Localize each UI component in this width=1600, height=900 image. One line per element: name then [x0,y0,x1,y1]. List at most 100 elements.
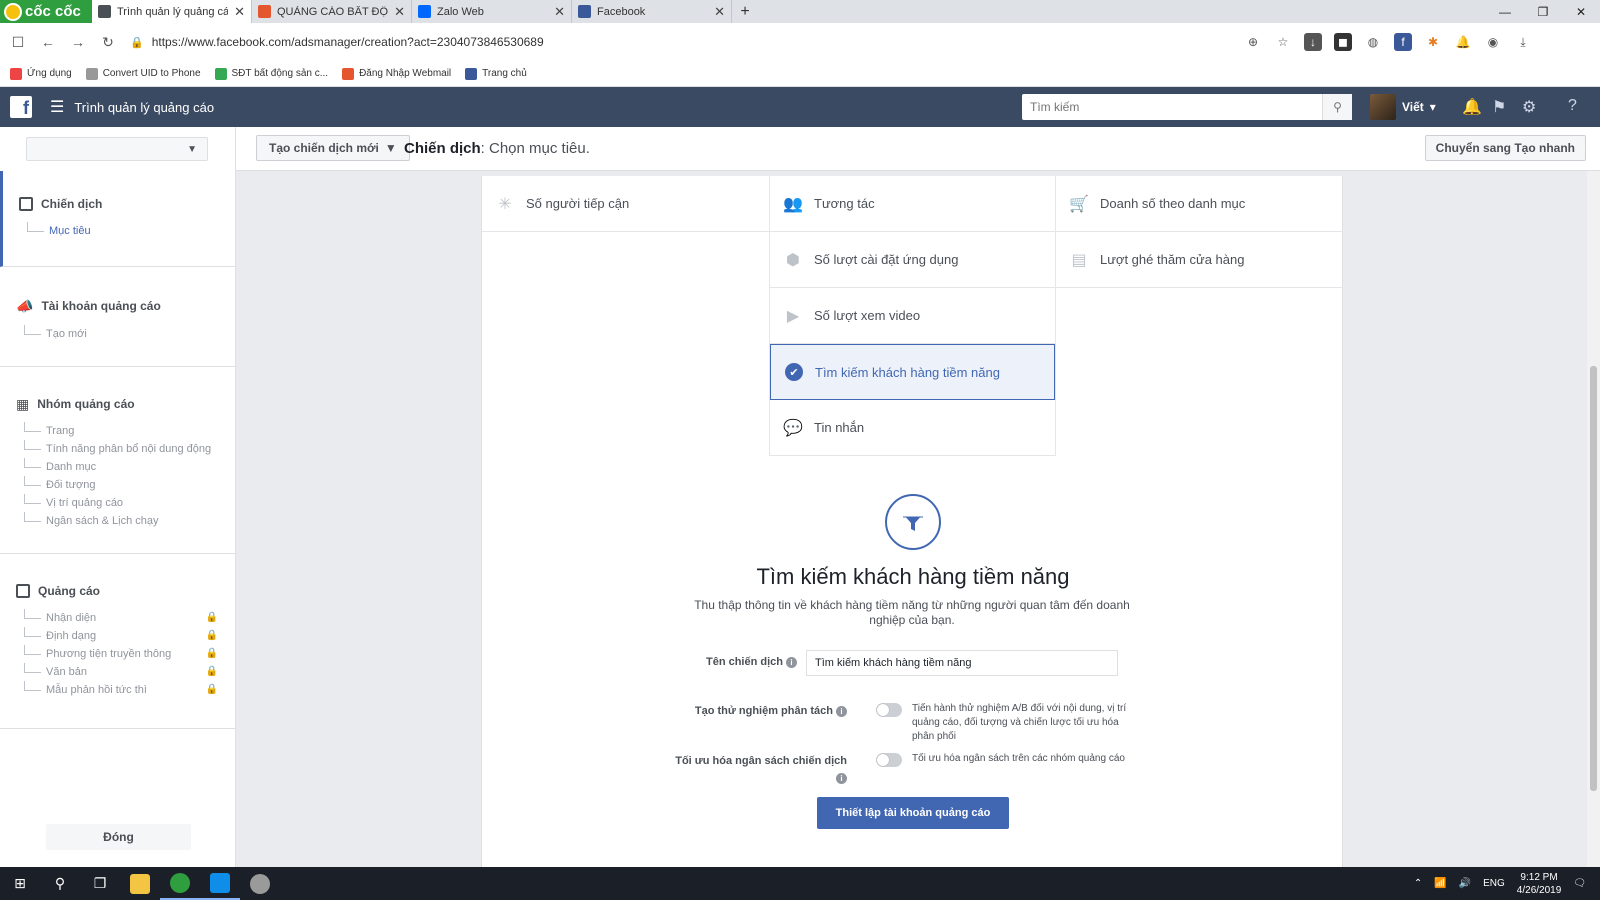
bell-icon[interactable]: 🔔 [1462,97,1482,117]
reload-icon[interactable]: ↻ [100,34,116,51]
coccoc-app-icon[interactable] [160,867,200,900]
bookmark-apps[interactable]: Ứng dụng [10,67,72,80]
search-input[interactable] [1022,94,1322,120]
bookmark-sdt[interactable]: SĐT bất động sản c... [214,67,328,80]
bookmark-convert-uid[interactable]: Convert UID to Phone [85,67,201,80]
download-ext-icon[interactable]: ↓ [1304,33,1322,51]
sidebar-section-title[interactable]: ▦ Nhóm quảng cáo [0,395,236,413]
sidebar-item-objective[interactable]: Mục tiêu [3,222,236,240]
search-icon[interactable]: ⚲ [40,867,80,900]
restore-icon[interactable]: ❐ [1524,0,1562,23]
network-icon[interactable]: 📶 [1434,878,1446,889]
new-tab-button[interactable]: + [732,0,758,23]
user-menu[interactable]: Viết ▾ [1370,94,1436,120]
search-icon[interactable]: ⚲ [1322,94,1352,120]
bookmark-webmail[interactable]: Đăng Nhập Webmail [342,67,451,80]
teamviewer-app-icon[interactable] [200,867,240,900]
downloads-icon[interactable]: ⤓ [1514,33,1532,51]
chevron-up-icon[interactable]: ⌃ [1414,878,1422,889]
video-icon: ▶ [786,307,800,325]
tab-zalo[interactable]: Zalo Web ✕ [412,0,572,23]
sidebar-item-media[interactable]: Phương tiện truyền thông 🔒 [0,645,236,663]
close-icon[interactable]: ✕ [234,4,245,20]
sidebar-item-budget-schedule[interactable]: Ngân sách & Lịch chạy [0,512,236,530]
clock[interactable]: 9:12 PM 4/26/2019 [1517,871,1562,897]
scrollbar-thumb[interactable] [1590,366,1597,791]
extension-icon[interactable]: ◼ [1334,33,1352,51]
close-icon[interactable]: ✕ [554,4,565,20]
info-icon[interactable]: i [836,705,847,717]
forward-icon[interactable]: → [70,34,86,50]
globe-icon[interactable]: ◍ [1364,33,1382,51]
close-sidebar-button[interactable]: Đóng [46,824,191,850]
facebook-ext-icon[interactable]: f [1394,33,1412,51]
file-explorer-icon[interactable] [120,867,160,900]
account-selector[interactable]: ▼ [26,137,208,161]
split-test-toggle[interactable] [876,703,902,717]
gear-icon[interactable]: ⚙ [1522,97,1536,117]
objective-label: Tìm kiếm khách hàng tiềm năng [815,364,1000,380]
paint-app-icon[interactable] [240,867,280,900]
info-icon[interactable]: i [786,656,797,668]
windows-start-icon[interactable]: ⊞ [0,867,40,900]
lock-icon: 🔒 [205,666,218,677]
url-field[interactable]: 🔒 https://www.facebook.com/adsmanager/cr… [130,29,1220,55]
objective-engagement[interactable]: 👥 Tương tác [770,176,1055,232]
sidebar-section-title[interactable]: Quảng cáo [0,582,236,600]
quick-create-button[interactable]: Chuyển sang Tạo nhanh [1424,135,1586,161]
back-icon[interactable]: ← [40,34,56,50]
create-campaign-dropdown[interactable]: Tạo chiến dịch mới ▼ [256,135,410,161]
page-scrollbar[interactable] [1587,171,1600,867]
objective-catalog-sales[interactable]: 🛒 Doanh số theo danh mục [1056,176,1343,232]
objective-lead-generation[interactable]: ✔ Tìm kiếm khách hàng tiềm năng [770,344,1055,400]
setup-ad-account-button[interactable]: Thiết lập tài khoản quảng cáo [817,797,1009,829]
close-icon[interactable]: ✕ [394,4,405,20]
close-window-icon[interactable]: ✕ [1562,0,1600,23]
menu-icon[interactable]: ☰ [50,97,64,117]
objective-app-installs[interactable]: ⬢ Số lượt cài đặt ứng dụng [770,232,1055,288]
sidebar-section-title[interactable]: 📣Tạo mớiTài khoản quảng cáo [0,297,236,315]
settings-ext-icon[interactable]: ✱ [1424,33,1442,51]
campaign-name-input[interactable] [806,650,1118,676]
zoom-icon[interactable]: ⊕ [1244,33,1262,51]
close-icon[interactable]: ✕ [714,4,725,20]
bookmark-home[interactable]: Trang chủ [465,67,527,80]
sidebar-item-audience[interactable]: Đối tượng [0,476,236,494]
sidebar-item-identity[interactable]: Nhận diện 🔒 [0,609,236,627]
sidebar-item-format[interactable]: Định dạng 🔒 [0,627,236,645]
objective-store-visits[interactable]: ▤ Lượt ghé thăm cửa hàng [1056,232,1343,288]
lock-icon: 🔒 [205,612,218,623]
sidebar-item-catalog[interactable]: Danh mục [0,458,236,476]
tab-real-estate[interactable]: QUẢNG CÁO BẤT ĐỘNG ✕ [252,0,412,23]
sidebar-item-placements[interactable]: Vị trí quảng cáo [0,494,236,512]
language-indicator[interactable]: ENG [1483,878,1505,889]
flag-icon[interactable]: ⚑ [1492,97,1506,117]
tab-facebook[interactable]: Facebook ✕ [572,0,732,23]
sidebar-item-create-new[interactable]: Tạo mới [0,325,236,343]
sidebar-section-title[interactable]: Chiến dịch [3,195,236,213]
budget-optimization-toggle[interactable] [876,753,902,767]
account-icon[interactable]: ◉ [1484,33,1502,51]
browser-brand[interactable]: cốc cốc [0,0,92,23]
sidebar-item-text[interactable]: Văn bản 🔒 [0,663,236,681]
sidebar-item-instant-form[interactable]: Mẫu phản hồi tức thì 🔒 [0,681,236,699]
objective-messages[interactable]: 💬 Tin nhắn [770,400,1055,456]
objective-reach[interactable]: ✳ Số người tiếp cận [482,176,769,232]
sidebar-toggle-icon[interactable]: ☐ [10,34,26,51]
minimize-icon[interactable]: — [1486,0,1524,23]
facebook-logo-icon[interactable]: f [10,96,32,118]
split-test-label: Tạo thử nghiệm phân tách i [632,705,847,717]
notification-icon[interactable]: 🗨 [1573,878,1586,889]
info-icon[interactable]: i [836,773,847,784]
star-icon[interactable]: ☆ [1274,33,1292,51]
sidebar-item-dynamic-creative[interactable]: Tính năng phân bổ nội dung động [0,440,236,458]
volume-icon[interactable]: 🔊 [1459,878,1471,889]
address-bar: ☐ ← → ↻ 🔒 https://www.facebook.com/adsma… [0,23,1600,61]
bell-ext-icon[interactable]: 🔔 [1454,33,1472,51]
sidebar-item-page[interactable]: Trang [0,422,236,440]
objective-video-views[interactable]: ▶ Số lượt xem video [770,288,1055,344]
task-view-icon[interactable]: ❐ [80,867,120,900]
tab-ads-manager[interactable]: Trình quản lý quảng cáo ✕ [92,0,252,23]
help-icon[interactable]: ? [1568,97,1577,115]
budget-optimization-label: Tối ưu hóa ngân sách chiến dịch i [632,755,847,784]
